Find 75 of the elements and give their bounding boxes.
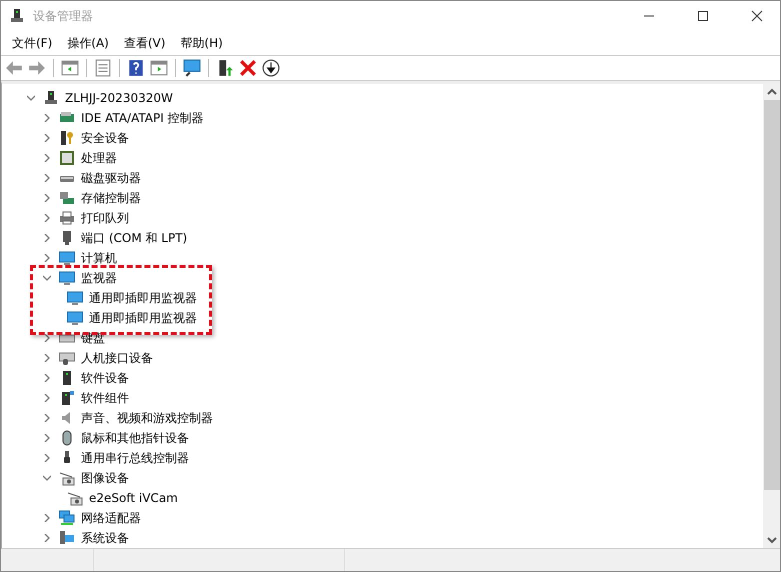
panel-icon[interactable] bbox=[61, 59, 79, 77]
tree-item[interactable]: 计算机 bbox=[81, 250, 117, 266]
chip-icon bbox=[59, 150, 75, 166]
close-icon bbox=[751, 10, 763, 22]
tree-item[interactable]: ZLHJJ-20230320W bbox=[65, 91, 173, 105]
key-icon bbox=[59, 130, 75, 146]
tree-item[interactable]: 网络适配器 bbox=[81, 510, 141, 526]
help-icon[interactable] bbox=[127, 59, 145, 77]
properties-icon[interactable] bbox=[94, 59, 112, 77]
menu-item[interactable]: 文件(F) bbox=[5, 34, 60, 52]
tree-item[interactable]: 打印队列 bbox=[81, 210, 129, 226]
tower-icon bbox=[59, 390, 75, 406]
collapse-chevron-icon[interactable] bbox=[27, 94, 35, 102]
tree-item[interactable]: 处理器 bbox=[81, 150, 117, 166]
tree-item[interactable]: 软件组件 bbox=[81, 390, 129, 406]
app-icon bbox=[9, 8, 25, 24]
menu-item[interactable]: 操作(A) bbox=[60, 34, 117, 52]
tree-item[interactable]: 安全设备 bbox=[81, 130, 129, 146]
printer-icon bbox=[59, 210, 75, 226]
menu-item[interactable]: 查看(V) bbox=[116, 34, 174, 52]
window-title: 设备管理器 bbox=[33, 8, 94, 24]
expand-chevron-icon[interactable] bbox=[43, 234, 51, 242]
tree-item[interactable]: 人机接口设备 bbox=[81, 350, 153, 366]
expand-chevron-icon[interactable] bbox=[43, 334, 51, 342]
download-icon[interactable] bbox=[262, 59, 280, 77]
back-arrow-icon[interactable] bbox=[5, 59, 23, 77]
tree-item[interactable]: 通用即插即用监视器 bbox=[89, 290, 197, 306]
tree-item[interactable]: 磁盘驱动器 bbox=[81, 170, 141, 186]
expand-chevron-icon[interactable] bbox=[43, 134, 51, 142]
collapse-chevron-icon[interactable] bbox=[43, 474, 51, 482]
tree-item[interactable]: 通用即插即用监视器 bbox=[89, 310, 197, 326]
monitor-icon bbox=[59, 270, 75, 286]
monitor-icon bbox=[67, 310, 83, 326]
keyboard-icon bbox=[59, 350, 75, 366]
tree-item[interactable]: e2eSoft iVCam bbox=[89, 491, 178, 505]
tree-item[interactable]: 图像设备 bbox=[81, 470, 129, 486]
monitor-icon bbox=[67, 290, 83, 306]
expand-chevron-icon[interactable] bbox=[43, 374, 51, 382]
expand-chevron-icon[interactable] bbox=[43, 534, 51, 542]
expand-chevron-icon[interactable] bbox=[43, 114, 51, 122]
expand-chevron-icon[interactable] bbox=[43, 174, 51, 182]
network-icon bbox=[59, 510, 75, 526]
expand-chevron-icon[interactable] bbox=[43, 394, 51, 402]
monitor-icon bbox=[59, 250, 75, 266]
tree-item[interactable]: 声音、视频和游戏控制器 bbox=[81, 410, 213, 426]
tree-item[interactable]: 监视器 bbox=[81, 270, 117, 286]
menu-item[interactable]: 帮助(H) bbox=[173, 34, 231, 52]
storage-icon bbox=[59, 190, 75, 206]
expand-chevron-icon[interactable] bbox=[43, 354, 51, 362]
expand-chevron-icon[interactable] bbox=[43, 414, 51, 422]
computer-icon bbox=[43, 90, 59, 106]
expand-chevron-icon[interactable] bbox=[43, 154, 51, 162]
computer-icon bbox=[59, 530, 75, 546]
tree-item[interactable]: 端口 (COM 和 LPT) bbox=[81, 230, 188, 246]
expand-chevron-icon[interactable] bbox=[43, 194, 51, 202]
monitor-search-icon[interactable] bbox=[183, 59, 201, 77]
expand-chevron-icon[interactable] bbox=[43, 214, 51, 222]
tree-item[interactable]: 鼠标和其他指针设备 bbox=[81, 430, 189, 446]
tree-item[interactable]: IDE ATA/ATAPI 控制器 bbox=[81, 110, 204, 126]
forward-arrow-icon[interactable] bbox=[28, 59, 46, 77]
scrollbar[interactable] bbox=[763, 84, 780, 548]
expand-chevron-icon[interactable] bbox=[43, 514, 51, 522]
tree-item[interactable]: 通用串行总线控制器 bbox=[81, 450, 189, 466]
expand-chevron-icon[interactable] bbox=[43, 454, 51, 462]
tree-item[interactable]: 系统设备 bbox=[81, 530, 129, 546]
delete-icon[interactable] bbox=[239, 59, 257, 77]
camera-icon bbox=[67, 490, 83, 506]
panel-icon[interactable] bbox=[150, 59, 168, 77]
expand-chevron-icon[interactable] bbox=[43, 254, 51, 262]
camera-icon bbox=[59, 470, 75, 486]
tree-item[interactable]: 软件设备 bbox=[81, 370, 129, 386]
expand-chevron-icon[interactable] bbox=[43, 434, 51, 442]
tree-item[interactable]: 存储控制器 bbox=[81, 190, 141, 206]
collapse-chevron-icon[interactable] bbox=[43, 274, 51, 282]
maximize-icon bbox=[697, 10, 709, 22]
